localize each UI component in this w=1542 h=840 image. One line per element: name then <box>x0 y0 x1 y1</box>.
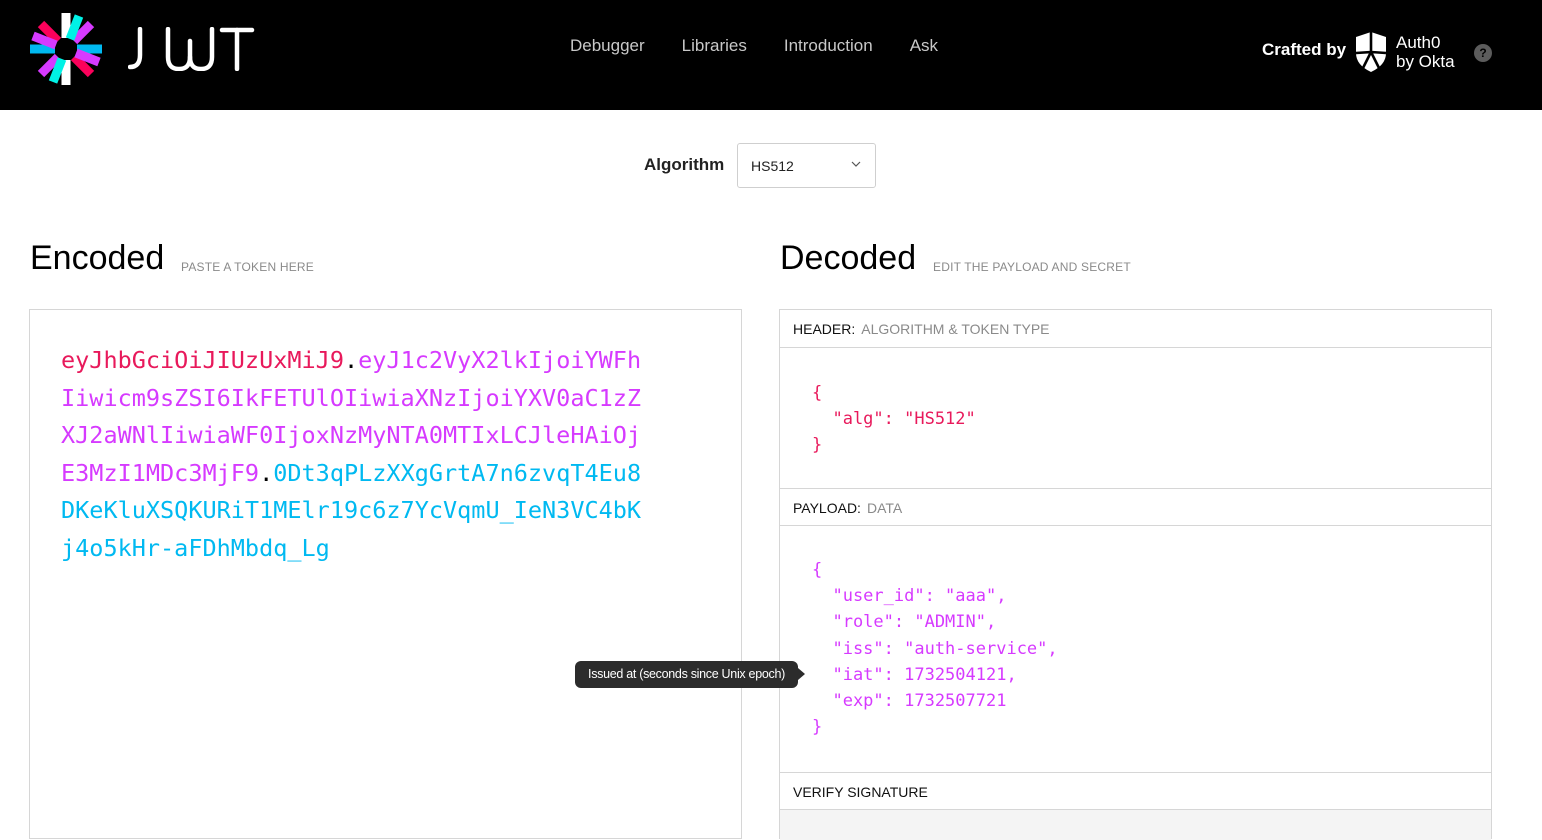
jwt-logo-icon[interactable] <box>28 11 104 87</box>
nav-introduction[interactable]: Introduction <box>784 36 873 56</box>
token-separator: . <box>343 346 359 374</box>
iat-tooltip: Issued at (seconds since Unix epoch) <box>575 661 798 688</box>
algorithm-select[interactable]: HS512 <box>737 143 876 188</box>
help-icon[interactable]: ? <box>1474 44 1492 62</box>
header-section-sublabel: ALGORITHM & TOKEN TYPE <box>861 321 1050 337</box>
nav-ask[interactable]: Ask <box>910 36 938 56</box>
top-navigation-bar: Debugger Libraries Introduction Ask Craf… <box>0 0 1542 110</box>
encoded-token-editor[interactable]: eyJhbGciOiJIUzUxMiJ9.eyJ1c2VyX2lkIjoiYWF… <box>29 309 742 839</box>
header-section-bar: HEADER: ALGORITHM & TOKEN TYPE <box>780 310 1491 348</box>
tooltip-arrow <box>798 668 805 680</box>
auth0-okta-link[interactable]: Auth0 by Okta <box>1396 33 1455 71</box>
header-json-editor[interactable]: { "alg": "HS512" } <box>812 380 976 459</box>
jwt-wordmark <box>128 27 255 71</box>
token-header-part: eyJhbGciOiJIUzUxMiJ9 <box>61 346 344 374</box>
auth0-shield-icon[interactable] <box>1354 31 1388 73</box>
header-section-label: HEADER: <box>793 321 856 337</box>
auth0-name: Auth0 <box>1396 33 1441 52</box>
decoded-subtitle: EDIT THE PAYLOAD AND SECRET <box>933 260 1131 274</box>
encoded-subtitle: PASTE A TOKEN HERE <box>181 260 314 274</box>
algorithm-selected-value: HS512 <box>751 158 794 174</box>
verify-signature-label: VERIFY SIGNATURE <box>793 784 928 800</box>
nav-debugger[interactable]: Debugger <box>570 36 645 56</box>
encoded-title: Encoded <box>30 239 165 277</box>
crafted-by-label: Crafted by <box>1262 40 1347 59</box>
verify-signature-body <box>780 810 1491 840</box>
payload-section-sublabel: DATA <box>866 500 903 516</box>
main-nav: Debugger Libraries Introduction Ask <box>570 36 975 56</box>
decoded-title: Decoded <box>780 239 917 277</box>
token-separator: . <box>259 458 274 487</box>
payload-section-bar: PAYLOAD: DATA <box>780 488 1491 526</box>
algorithm-label: Algorithm <box>644 155 725 174</box>
payload-json-editor[interactable]: { "user_id": "aaa", "role": "ADMIN", "is… <box>812 557 1058 740</box>
chevron-down-icon <box>851 161 861 167</box>
okta-name: by Okta <box>1396 52 1455 71</box>
nav-libraries[interactable]: Libraries <box>682 36 747 56</box>
decoded-panel: HEADER: ALGORITHM & TOKEN TYPE { "alg": "… <box>779 309 1492 840</box>
verify-signature-section-bar: VERIFY SIGNATURE <box>780 772 1491 810</box>
payload-section-label: PAYLOAD: <box>793 500 861 516</box>
encoded-token-text[interactable]: eyJhbGciOiJIUzUxMiJ9.eyJ1c2VyX2lkIjoiYWF… <box>61 342 651 568</box>
